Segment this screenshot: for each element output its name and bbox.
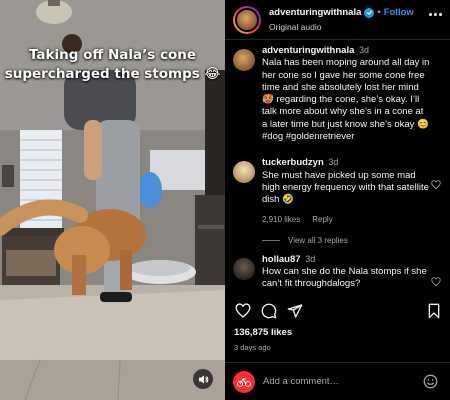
action-bar <box>233 303 442 323</box>
author-username[interactable]: adventuringwithnala <box>269 6 361 20</box>
comment-time[interactable]: 3d <box>328 157 338 167</box>
comment-username[interactable]: tuckerbudzyn <box>262 157 324 168</box>
bookmark-icon[interactable] <box>426 303 442 319</box>
speaker-icon <box>198 374 208 384</box>
replies-divider <box>262 239 280 241</box>
post-date[interactable]: 3 days ago <box>234 343 271 352</box>
caption-username[interactable]: adventuringwithnala <box>262 45 354 56</box>
comment-text: How can she do the Nala stomps if she ca… <box>262 266 427 290</box>
emoji-icon[interactable] <box>423 374 438 389</box>
heart-icon[interactable] <box>235 303 251 319</box>
comment-likes[interactable]: 2,910 likes <box>262 214 300 226</box>
comment-item: hollau87 3d How can she do the Nala stom… <box>225 253 450 291</box>
comments-panel: adventuringwithnala • Follow Original au… <box>225 0 450 400</box>
video-caption: Taking off Nala’s cone supercharged the … <box>0 46 225 84</box>
caption-text: Nala has been moping around all day in h… <box>262 57 430 143</box>
heart-icon[interactable] <box>431 277 441 287</box>
video-player[interactable]: Taking off Nala’s cone supercharged the … <box>0 0 225 400</box>
follow-button[interactable]: Follow <box>384 6 414 20</box>
comment-text: She must have picked up some mad high en… <box>262 169 429 206</box>
caption-time[interactable]: 3d <box>359 45 369 55</box>
heart-icon[interactable] <box>431 180 441 190</box>
commenter-avatar[interactable] <box>233 257 255 280</box>
verified-badge-icon <box>364 7 375 18</box>
bike-icon <box>237 377 251 387</box>
comment-username[interactable]: hollau87 <box>262 254 301 265</box>
mute-button[interactable] <box>193 369 213 389</box>
view-replies-button[interactable]: View all 3 replies <box>262 236 450 245</box>
caption-author-avatar[interactable] <box>233 49 255 71</box>
commenter-avatar[interactable] <box>233 161 255 184</box>
add-comment-bar <box>225 362 450 400</box>
video-caption-line-2: supercharged the stomps 😂 <box>4 66 221 82</box>
view-replies-label[interactable]: View all 3 replies <box>288 236 348 245</box>
reply-button[interactable]: Reply <box>312 214 332 226</box>
comment-icon[interactable] <box>261 303 277 319</box>
comment-thread[interactable]: adventuringwithnala 3d Nala has been mop… <box>225 41 450 291</box>
post-header: adventuringwithnala • Follow Original au… <box>225 0 450 40</box>
like-count[interactable]: 136,875 likes <box>234 327 292 338</box>
more-options-icon[interactable] <box>429 13 442 16</box>
comment-time[interactable]: 3d <box>305 254 315 264</box>
comment-item: tuckerbudzyn 3d She must have picked up … <box>225 156 450 225</box>
current-user-avatar <box>233 370 255 393</box>
video-caption-line-1: Taking off Nala’s cone <box>28 47 197 63</box>
separator-dot: • <box>377 6 381 18</box>
share-icon[interactable] <box>287 303 303 319</box>
add-comment-input[interactable] <box>263 376 413 387</box>
post-caption: adventuringwithnala 3d Nala has been mop… <box>225 44 450 143</box>
author-avatar[interactable] <box>233 5 261 34</box>
audio-link[interactable]: Original audio <box>269 20 414 34</box>
